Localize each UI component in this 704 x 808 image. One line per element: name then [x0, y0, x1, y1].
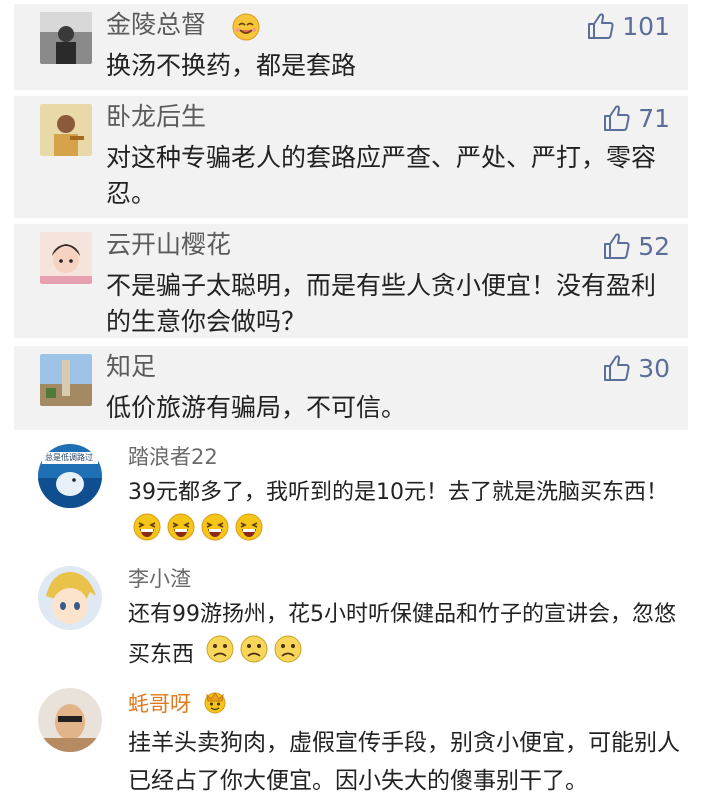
- comment-card: 知足 30 低价旅游有骗局，不可信。: [14, 346, 688, 430]
- comment-text-body: 39元都多了，我听到的是10元！去了就是洗脑买东西！: [128, 480, 668, 505]
- avatar[interactable]: [40, 232, 92, 284]
- crown-emoji-icon: [202, 688, 228, 722]
- comment-text: 换汤不换药，都是套路: [106, 51, 357, 80]
- avatar-banner-text: 总是低调路过: [45, 453, 93, 462]
- like-count: 71: [638, 103, 670, 133]
- sad-emoji-icon: [273, 634, 303, 677]
- commenter-name[interactable]: 金陵总督: [106, 7, 206, 43]
- commenter-name[interactable]: 蚝哥呀: [128, 688, 228, 722]
- like-button[interactable]: 30: [602, 350, 670, 386]
- commenter-name[interactable]: 云开山樱花: [106, 227, 231, 263]
- avatar[interactable]: [38, 688, 102, 752]
- comment-text: 不是骗子太聪明，而是有些人贪小便宜！没有盈利的生意你会做吗？: [106, 271, 657, 336]
- avatar[interactable]: [40, 354, 92, 406]
- comment-text: 低价旅游有骗局，不可信。: [106, 393, 407, 422]
- comment-text: 39元都多了，我听到的是10元！去了就是洗脑买东西！: [128, 474, 688, 555]
- commenter-name[interactable]: 卧龙后生: [106, 99, 206, 135]
- comment-card: 卧龙后生 71 对这种专骗老人的套路应严查、严处、严打，零容忍。: [14, 96, 688, 218]
- like-button[interactable]: 52: [602, 228, 670, 264]
- laugh-emoji-icon: [234, 512, 264, 555]
- avatar[interactable]: 总是低调路过: [38, 444, 102, 508]
- commenter-name[interactable]: 知足: [106, 349, 156, 385]
- comment-text: 对这种专骗老人的套路应严查、严处、严打，零容忍。: [106, 143, 657, 208]
- like-count: 101: [622, 11, 670, 41]
- blush-emoji-icon: [232, 13, 260, 41]
- thumbs-up-icon: [604, 105, 630, 131]
- like-button[interactable]: 101: [586, 8, 670, 44]
- comment-row: 总是低调路过 踏浪者22 39元都多了，我听到的是10元！去了就是洗脑买东西！: [0, 436, 704, 556]
- comment-text: 挂羊头卖狗肉，虚假宣传手段，别贪小便宜，可能别人已经占了你大便宜。因小失大的傻事…: [128, 730, 680, 794]
- avatar[interactable]: [38, 566, 102, 630]
- thumbs-up-icon: [604, 355, 630, 381]
- comment-card: 金陵总督 101 换汤不换药，都是套路: [14, 4, 688, 90]
- avatar[interactable]: [40, 104, 92, 156]
- laugh-emoji-icon: [166, 512, 196, 555]
- comment-text: 还有99游扬州，花5小时听保健品和竹子的宣讲会，忽悠买东西: [128, 596, 688, 677]
- commenter-name[interactable]: 李小渣: [128, 564, 191, 594]
- thumbs-up-icon: [588, 13, 614, 39]
- laugh-emoji-icon: [132, 512, 162, 555]
- comment-row: 李小渣 还有99游扬州，花5小时听保健品和竹子的宣讲会，忽悠买东西: [0, 560, 704, 676]
- laugh-emoji-icon: [200, 512, 230, 555]
- commenter-name[interactable]: 踏浪者22: [128, 442, 218, 472]
- sad-emoji-icon: [239, 634, 269, 677]
- like-count: 30: [638, 353, 670, 383]
- avatar[interactable]: [40, 12, 92, 64]
- like-button[interactable]: 71: [602, 100, 670, 136]
- comment-row: 蚝哥呀 挂羊头卖狗肉，虚假宣传手段，别贪小便宜，可能别人已经占了你大便宜。因小失…: [0, 680, 704, 808]
- sad-emoji-icon: [205, 634, 235, 677]
- thumbs-up-icon: [604, 233, 630, 259]
- commenter-name-text: 蚝哥呀: [128, 692, 191, 716]
- like-count: 52: [638, 231, 670, 261]
- comment-card: 云开山樱花 52 不是骗子太聪明，而是有些人贪小便宜！没有盈利的生意你会做吗？: [14, 224, 688, 338]
